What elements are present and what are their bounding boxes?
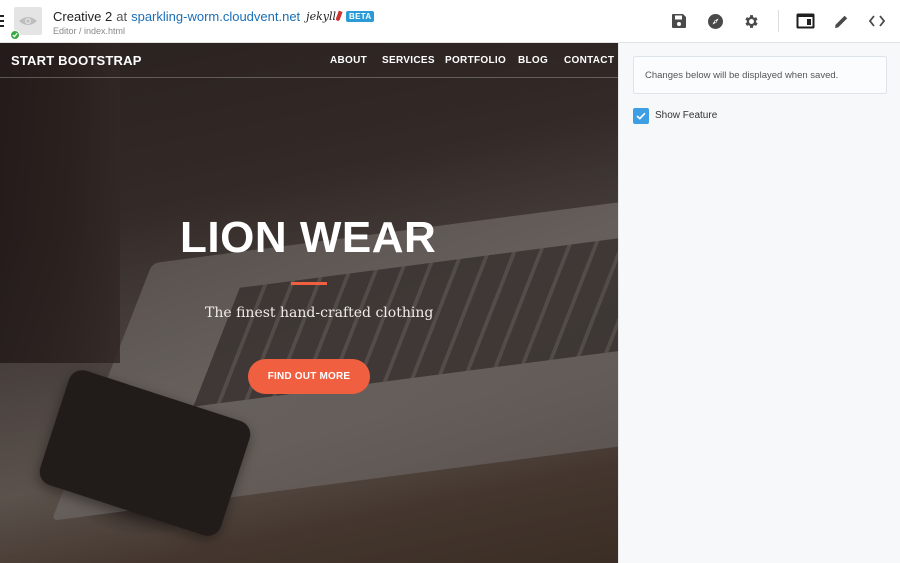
- nav-services[interactable]: SERVICES: [382, 55, 435, 66]
- toolbar-divider: [778, 10, 779, 32]
- at-text: at: [116, 9, 128, 24]
- site-navbar: START BOOTSTRAP ABOUT SERVICES PORTFOLIO…: [0, 43, 618, 78]
- show-feature-checkbox[interactable]: [633, 108, 649, 124]
- beta-badge: BETA: [346, 11, 375, 22]
- site-host-link[interactable]: sparkling-worm.cloudvent.net: [131, 9, 300, 24]
- hero-overlay: [0, 43, 618, 563]
- hero-title[interactable]: LION WEAR: [180, 213, 436, 263]
- compass-icon[interactable]: [705, 11, 725, 31]
- nav-contact[interactable]: CONTACT: [564, 55, 614, 66]
- breadcrumb: Editor / index.html: [53, 26, 126, 36]
- show-feature-label[interactable]: Show Feature: [655, 110, 717, 121]
- pencil-icon[interactable]: [831, 11, 851, 31]
- jekyll-logo: jekyll: [306, 10, 343, 23]
- app-header: Creative 2 at sparkling-worm.cloudvent.n…: [0, 0, 900, 43]
- hero-divider: [291, 282, 327, 285]
- hero-subtitle[interactable]: The finest hand-crafted clothing: [205, 305, 433, 321]
- nav-blog[interactable]: BLOG: [518, 55, 548, 66]
- save-icon[interactable]: [669, 11, 689, 31]
- site-name: Creative 2: [53, 9, 113, 24]
- eye-icon: [19, 17, 37, 25]
- save-notice: Changes below will be displayed when sav…: [633, 56, 887, 94]
- gear-icon[interactable]: [741, 11, 761, 31]
- find-out-more-button[interactable]: FIND OUT MORE: [248, 359, 370, 394]
- nav-about[interactable]: ABOUT: [330, 55, 367, 66]
- site-preview: START BOOTSTRAP ABOUT SERVICES PORTFOLIO…: [0, 43, 618, 563]
- checkmark-icon: [636, 112, 646, 120]
- site-title: Creative 2 at sparkling-worm.cloudvent.n…: [53, 9, 375, 24]
- code-icon[interactable]: [867, 11, 887, 31]
- layout-icon[interactable]: [795, 11, 815, 31]
- published-status-icon: [10, 30, 20, 40]
- menu-icon[interactable]: [0, 15, 4, 27]
- brand-link[interactable]: START BOOTSTRAP: [11, 53, 142, 68]
- nav-portfolio[interactable]: PORTFOLIO: [445, 55, 506, 66]
- editor-panel: Changes below will be displayed when sav…: [618, 43, 900, 563]
